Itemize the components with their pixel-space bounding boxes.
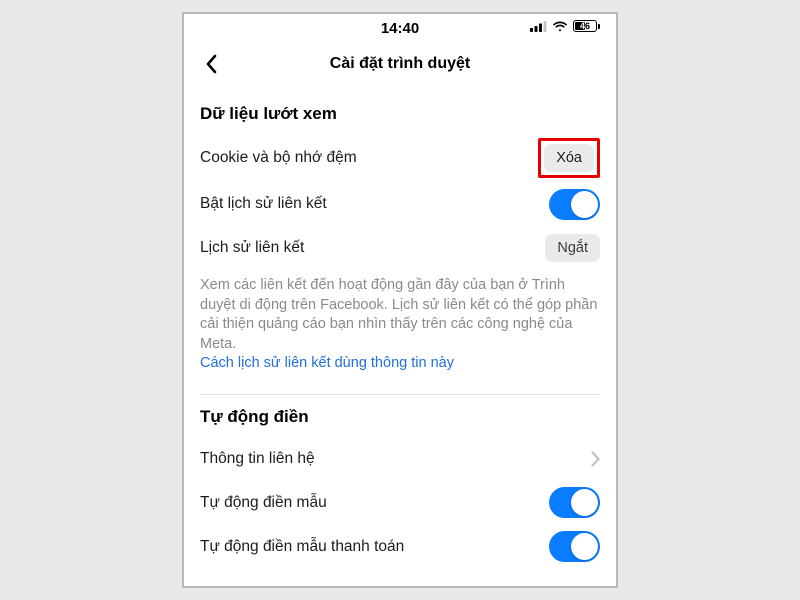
row-label-autofill-payment: Tự động điền mẫu thanh toán bbox=[200, 538, 404, 556]
section-browsing-data-title: Dữ liệu lướt xem bbox=[200, 104, 600, 124]
battery-percentage: 46 bbox=[580, 21, 590, 31]
row-label-autofill: Tự động điền mẫu bbox=[200, 494, 327, 512]
disconnect-button[interactable]: Ngắt bbox=[545, 234, 600, 262]
toggle-autofill-payment[interactable] bbox=[549, 531, 600, 562]
row-contact-info[interactable]: Thông tin liên hệ bbox=[200, 437, 600, 481]
cellular-signal-icon bbox=[530, 21, 547, 32]
battery-icon: 46 bbox=[573, 20, 600, 32]
row-label-link-history-toggle: Bật lịch sử liên kết bbox=[200, 195, 327, 213]
settings-content: Dữ liệu lướt xem Cookie và bộ nhớ đệm Xó… bbox=[184, 86, 616, 569]
status-indicators: 46 bbox=[530, 20, 600, 32]
toggle-autofill-form[interactable] bbox=[549, 487, 600, 518]
row-label-link-history: Lịch sử liên kết bbox=[200, 239, 304, 257]
clear-button[interactable]: Xóa bbox=[544, 144, 594, 172]
row-link-history-toggle: Bật lịch sử liên kết bbox=[200, 182, 600, 226]
phone-frame: 14:40 46 Cài đặt trình duyệt Dữ liệu lướ… bbox=[182, 12, 618, 588]
row-cookies: Cookie và bộ nhớ đệm Xóa bbox=[200, 134, 600, 182]
row-label-contact: Thông tin liên hệ bbox=[200, 450, 315, 468]
page-title: Cài đặt trình duyệt bbox=[184, 55, 616, 73]
help-text-body: Xem các liên kết đến hoạt động gần đây c… bbox=[200, 277, 597, 352]
chevron-right-icon bbox=[591, 451, 600, 467]
chevron-left-icon bbox=[205, 54, 217, 74]
toggle-link-history[interactable] bbox=[549, 189, 600, 220]
section-divider bbox=[200, 394, 600, 395]
row-autofill-payment: Tự động điền mẫu thanh toán bbox=[200, 525, 600, 569]
help-link[interactable]: Cách lịch sử liên kết dùng thông tin này bbox=[200, 355, 454, 371]
nav-header: Cài đặt trình duyệt bbox=[184, 42, 616, 86]
highlight-annotation: Xóa bbox=[538, 138, 600, 178]
row-autofill-form: Tự động điền mẫu bbox=[200, 481, 600, 525]
row-label-cookies: Cookie và bộ nhớ đệm bbox=[200, 149, 357, 167]
back-button[interactable] bbox=[196, 49, 226, 79]
wifi-icon bbox=[552, 21, 568, 32]
status-bar: 14:40 46 bbox=[184, 14, 616, 42]
help-text: Xem các liên kết đến hoạt động gần đây c… bbox=[200, 276, 600, 374]
section-autofill-title: Tự động điền bbox=[200, 407, 600, 427]
row-link-history: Lịch sử liên kết Ngắt bbox=[200, 226, 600, 270]
